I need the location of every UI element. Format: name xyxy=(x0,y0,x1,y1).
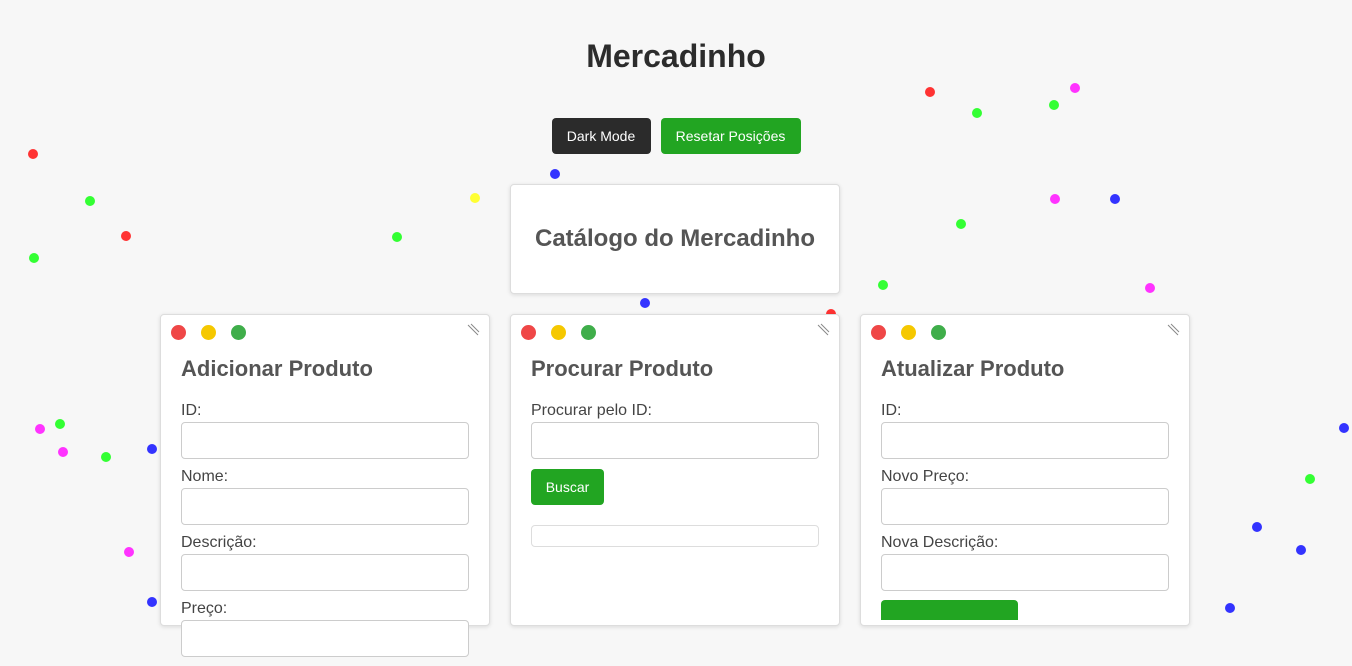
search-product-panel[interactable]: Procurar Produto Procurar pelo ID: Busca… xyxy=(510,314,840,626)
search-result xyxy=(531,525,819,547)
maximize-dot-icon[interactable] xyxy=(931,325,946,340)
close-dot-icon[interactable] xyxy=(171,325,186,340)
description-label: Descrição: xyxy=(181,534,257,551)
new-price-label: Novo Preço: xyxy=(881,468,970,485)
particle-dot xyxy=(1305,474,1315,484)
id-field[interactable] xyxy=(181,422,469,459)
minimize-dot-icon[interactable] xyxy=(901,325,916,340)
window-controls xyxy=(871,325,946,340)
particle-dot xyxy=(1050,194,1060,204)
update-id-field[interactable] xyxy=(881,422,1169,459)
search-id-field[interactable] xyxy=(531,422,819,459)
toolbar: Dark Mode Resetar Posições xyxy=(0,118,1352,154)
particle-dot xyxy=(28,149,38,159)
new-description-field[interactable] xyxy=(881,554,1169,591)
id-label: ID: xyxy=(181,402,202,419)
minimize-dot-icon[interactable] xyxy=(551,325,566,340)
particle-dot xyxy=(925,87,935,97)
new-description-label: Nova Descrição: xyxy=(881,534,999,551)
resize-handle-icon[interactable] xyxy=(1166,323,1180,337)
name-field[interactable] xyxy=(181,488,469,525)
description-field[interactable] xyxy=(181,554,469,591)
update-product-panel[interactable]: Atualizar Produto ID: Novo Preço: Nova D… xyxy=(860,314,1190,626)
particle-dot xyxy=(972,108,982,118)
particle-dot xyxy=(1049,100,1059,110)
reset-positions-button[interactable]: Resetar Posições xyxy=(660,118,801,154)
particle-dot xyxy=(147,444,157,454)
particle-dot xyxy=(1070,83,1080,93)
particle-dot xyxy=(640,298,650,308)
particle-dot xyxy=(101,452,111,462)
price-label: Preço: xyxy=(181,600,228,617)
particle-dot xyxy=(124,547,134,557)
resize-handle-icon[interactable] xyxy=(466,323,480,337)
update-button[interactable] xyxy=(881,600,1018,620)
search-id-label: Procurar pelo ID: xyxy=(531,402,652,419)
particle-dot xyxy=(121,231,131,241)
catalog-title: Catálogo do Mercadinho xyxy=(534,225,815,252)
panel-title: Adicionar Produto xyxy=(181,356,373,381)
window-controls xyxy=(171,325,246,340)
catalog-card: Catálogo do Mercadinho xyxy=(510,184,840,294)
particle-dot xyxy=(392,232,402,242)
particle-dot xyxy=(550,169,560,179)
particle-dot xyxy=(1225,603,1235,613)
particle-dot xyxy=(147,597,157,607)
resize-handle-icon[interactable] xyxy=(816,323,830,337)
particle-dot xyxy=(1145,283,1155,293)
particle-dot xyxy=(35,424,45,434)
close-dot-icon[interactable] xyxy=(521,325,536,340)
page-title: Mercadinho xyxy=(586,38,766,74)
particle-dot xyxy=(1296,545,1306,555)
particle-dot xyxy=(1339,423,1349,433)
particle-dot xyxy=(29,253,39,263)
dark-mode-button[interactable]: Dark Mode xyxy=(551,118,651,154)
price-field[interactable] xyxy=(181,620,469,657)
add-product-panel[interactable]: Adicionar Produto ID: Nome: Descrição: P… xyxy=(160,314,490,657)
particle-dot xyxy=(878,280,888,290)
update-id-label: ID: xyxy=(881,402,902,419)
particle-dot xyxy=(956,219,966,229)
name-label: Nome: xyxy=(181,468,229,485)
window-controls xyxy=(521,325,596,340)
close-dot-icon[interactable] xyxy=(871,325,886,340)
new-price-field[interactable] xyxy=(881,488,1169,525)
panel-title: Procurar Produto xyxy=(531,356,714,381)
particle-dot xyxy=(470,193,480,203)
particle-dot xyxy=(1252,522,1262,532)
particle-dot xyxy=(55,419,65,429)
search-button[interactable]: Buscar xyxy=(531,469,604,505)
minimize-dot-icon[interactable] xyxy=(201,325,216,340)
particle-dot xyxy=(1110,194,1120,204)
particle-dot xyxy=(85,196,95,206)
particle-dot xyxy=(58,447,68,457)
panel-title: Atualizar Produto xyxy=(881,356,1065,381)
maximize-dot-icon[interactable] xyxy=(231,325,246,340)
maximize-dot-icon[interactable] xyxy=(581,325,596,340)
